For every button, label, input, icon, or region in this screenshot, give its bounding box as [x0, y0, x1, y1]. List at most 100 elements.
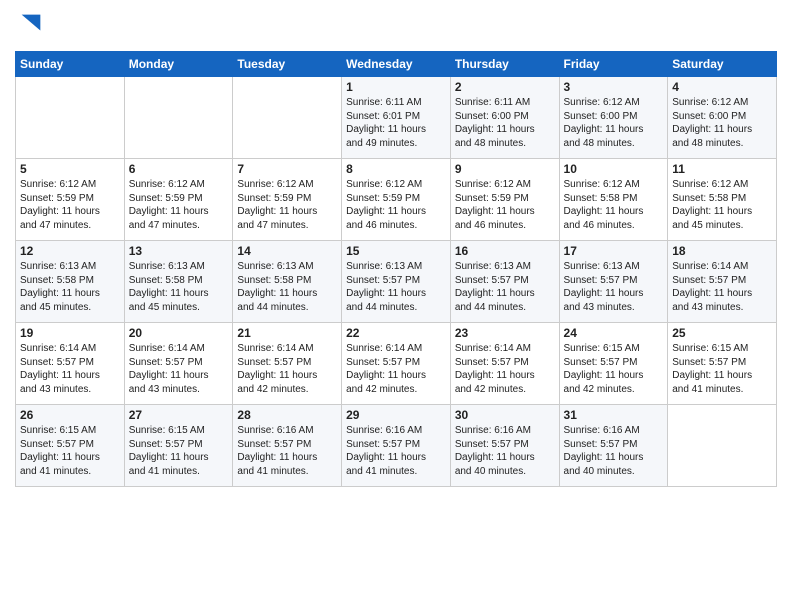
day-number: 4 [672, 80, 772, 94]
day-info: Sunrise: 6:13 AM Sunset: 5:58 PM Dayligh… [129, 260, 229, 314]
day-info: Sunrise: 6:16 AM Sunset: 5:57 PM Dayligh… [346, 424, 446, 478]
day-cell-24: 22Sunrise: 6:14 AM Sunset: 5:57 PM Dayli… [342, 323, 451, 405]
week-row-4: 19 Sunrise: 6:14 AM Sunset: 5:57 PM Dayli… [16, 323, 777, 405]
logo [15, 10, 45, 43]
day-info: Sunrise: 6:14 AM Sunset: 5:57 PM Dayligh… [20, 342, 120, 396]
day-cell-31: 29Sunrise: 6:16 AM Sunset: 5:57 PM Dayli… [342, 405, 451, 487]
day-cell-10: 8 Sunrise: 6:12 AM Sunset: 5:59 PM Daylig… [342, 159, 451, 241]
day-cell-21: 19 Sunrise: 6:14 AM Sunset: 5:57 PM Dayli… [16, 323, 125, 405]
weekday-header-monday: Monday [124, 52, 233, 77]
day-cell-20: 18 Sunrise: 6:14 AM Sunset: 5:57 PM Dayli… [668, 241, 777, 323]
day-number: 22 [346, 326, 446, 340]
day-info: Sunrise: 6:14 AM Sunset: 5:57 PM Dayligh… [237, 342, 337, 396]
weekday-header-sunday: Sunday [16, 52, 125, 77]
day-cell-8: 6 Sunrise: 6:12 AM Sunset: 5:59 PM Daylig… [124, 159, 233, 241]
day-cell-6: 4 Sunrise: 6:12 AM Sunset: 6:00 PM Daylig… [668, 77, 777, 159]
day-cell-7: 5 Sunrise: 6:12 AM Sunset: 5:59 PM Daylig… [16, 159, 125, 241]
day-info: Sunrise: 6:16 AM Sunset: 5:57 PM Dayligh… [455, 424, 555, 478]
day-info: Sunrise: 6:13 AM Sunset: 5:57 PM Dayligh… [564, 260, 664, 314]
day-cell-1 [124, 77, 233, 159]
day-info: Sunrise: 6:12 AM Sunset: 5:59 PM Dayligh… [346, 178, 446, 232]
day-info: Sunrise: 6:11 AM Sunset: 6:01 PM Dayligh… [346, 96, 446, 150]
day-number: 11 [672, 162, 772, 176]
day-info: Sunrise: 6:12 AM Sunset: 5:59 PM Dayligh… [129, 178, 229, 232]
day-number: 28 [237, 408, 337, 422]
day-cell-14: 12 Sunrise: 6:13 AM Sunset: 5:58 PM Dayli… [16, 241, 125, 323]
day-number: 25 [672, 326, 772, 340]
day-cell-34 [668, 405, 777, 487]
week-row-3: 12 Sunrise: 6:13 AM Sunset: 5:58 PM Dayli… [16, 241, 777, 323]
day-info: Sunrise: 6:12 AM Sunset: 5:59 PM Dayligh… [20, 178, 120, 232]
day-number: 24 [564, 326, 664, 340]
day-number: 5 [20, 162, 120, 176]
day-number: 8 [346, 162, 446, 176]
day-info: Sunrise: 6:15 AM Sunset: 5:57 PM Dayligh… [129, 424, 229, 478]
day-number: 13 [129, 244, 229, 258]
week-row-1: 1 Sunrise: 6:11 AM Sunset: 6:01 PM Daylig… [16, 77, 777, 159]
day-cell-19: 17 Sunrise: 6:13 AM Sunset: 5:57 PM Dayli… [559, 241, 668, 323]
day-number: 2 [455, 80, 555, 94]
weekday-header-thursday: Thursday [450, 52, 559, 77]
day-cell-25: 23 Sunrise: 6:14 AM Sunset: 5:57 PM Dayli… [450, 323, 559, 405]
day-info: Sunrise: 6:12 AM Sunset: 6:00 PM Dayligh… [564, 96, 664, 150]
weekday-header-row: SundayMondayTuesdayWednesdayThursdayFrid… [16, 52, 777, 77]
day-cell-12: 10 Sunrise: 6:12 AM Sunset: 5:58 PM Dayli… [559, 159, 668, 241]
calendar-table: SundayMondayTuesdayWednesdayThursdayFrid… [15, 51, 777, 487]
week-row-5: 26Sunrise: 6:15 AM Sunset: 5:57 PM Dayli… [16, 405, 777, 487]
day-info: Sunrise: 6:14 AM Sunset: 5:57 PM Dayligh… [672, 260, 772, 314]
day-info: Sunrise: 6:14 AM Sunset: 5:57 PM Dayligh… [455, 342, 555, 396]
day-number: 30 [455, 408, 555, 422]
weekday-header-saturday: Saturday [668, 52, 777, 77]
weekday-header-wednesday: Wednesday [342, 52, 451, 77]
day-cell-17: 15 Sunrise: 6:13 AM Sunset: 5:57 PM Dayli… [342, 241, 451, 323]
day-cell-5: 3 Sunrise: 6:12 AM Sunset: 6:00 PM Daylig… [559, 77, 668, 159]
day-number: 23 [455, 326, 555, 340]
week-row-2: 5 Sunrise: 6:12 AM Sunset: 5:59 PM Daylig… [16, 159, 777, 241]
day-cell-30: 28Sunrise: 6:16 AM Sunset: 5:57 PM Dayli… [233, 405, 342, 487]
logo-icon [17, 10, 45, 38]
day-number: 27 [129, 408, 229, 422]
day-cell-26: 24 Sunrise: 6:15 AM Sunset: 5:57 PM Dayli… [559, 323, 668, 405]
day-info: Sunrise: 6:15 AM Sunset: 5:57 PM Dayligh… [20, 424, 120, 478]
day-cell-22: 20Sunrise: 6:14 AM Sunset: 5:57 PM Dayli… [124, 323, 233, 405]
day-info: Sunrise: 6:13 AM Sunset: 5:57 PM Dayligh… [455, 260, 555, 314]
day-cell-16: 14 Sunrise: 6:13 AM Sunset: 5:58 PM Dayli… [233, 241, 342, 323]
day-cell-0 [16, 77, 125, 159]
day-number: 15 [346, 244, 446, 258]
day-info: Sunrise: 6:13 AM Sunset: 5:58 PM Dayligh… [20, 260, 120, 314]
day-cell-11: 9 Sunrise: 6:12 AM Sunset: 5:59 PM Daylig… [450, 159, 559, 241]
calendar-container: SundayMondayTuesdayWednesdayThursdayFrid… [0, 0, 792, 497]
day-info: Sunrise: 6:12 AM Sunset: 5:59 PM Dayligh… [455, 178, 555, 232]
day-cell-18: 16Sunrise: 6:13 AM Sunset: 5:57 PM Dayli… [450, 241, 559, 323]
day-number: 17 [564, 244, 664, 258]
day-info: Sunrise: 6:12 AM Sunset: 5:58 PM Dayligh… [564, 178, 664, 232]
day-number: 10 [564, 162, 664, 176]
day-info: Sunrise: 6:14 AM Sunset: 5:57 PM Dayligh… [129, 342, 229, 396]
day-number: 12 [20, 244, 120, 258]
day-cell-27: 25 Sunrise: 6:15 AM Sunset: 5:57 PM Dayli… [668, 323, 777, 405]
day-cell-3: 1 Sunrise: 6:11 AM Sunset: 6:01 PM Daylig… [342, 77, 451, 159]
day-number: 9 [455, 162, 555, 176]
day-cell-2 [233, 77, 342, 159]
day-info: Sunrise: 6:11 AM Sunset: 6:00 PM Dayligh… [455, 96, 555, 150]
day-number: 18 [672, 244, 772, 258]
day-number: 1 [346, 80, 446, 94]
day-number: 14 [237, 244, 337, 258]
day-info: Sunrise: 6:12 AM Sunset: 5:59 PM Dayligh… [237, 178, 337, 232]
day-cell-4: 2 Sunrise: 6:11 AM Sunset: 6:00 PM Daylig… [450, 77, 559, 159]
day-number: 3 [564, 80, 664, 94]
day-number: 19 [20, 326, 120, 340]
day-number: 6 [129, 162, 229, 176]
day-cell-23: 21Sunrise: 6:14 AM Sunset: 5:57 PM Dayli… [233, 323, 342, 405]
header [15, 10, 777, 43]
day-cell-33: 31Sunrise: 6:16 AM Sunset: 5:57 PM Dayli… [559, 405, 668, 487]
day-number: 7 [237, 162, 337, 176]
day-info: Sunrise: 6:16 AM Sunset: 5:57 PM Dayligh… [564, 424, 664, 478]
day-cell-13: 11Sunrise: 6:12 AM Sunset: 5:58 PM Dayli… [668, 159, 777, 241]
day-info: Sunrise: 6:13 AM Sunset: 5:58 PM Dayligh… [237, 260, 337, 314]
day-info: Sunrise: 6:12 AM Sunset: 6:00 PM Dayligh… [672, 96, 772, 150]
weekday-header-friday: Friday [559, 52, 668, 77]
day-info: Sunrise: 6:15 AM Sunset: 5:57 PM Dayligh… [564, 342, 664, 396]
day-info: Sunrise: 6:15 AM Sunset: 5:57 PM Dayligh… [672, 342, 772, 396]
day-info: Sunrise: 6:13 AM Sunset: 5:57 PM Dayligh… [346, 260, 446, 314]
